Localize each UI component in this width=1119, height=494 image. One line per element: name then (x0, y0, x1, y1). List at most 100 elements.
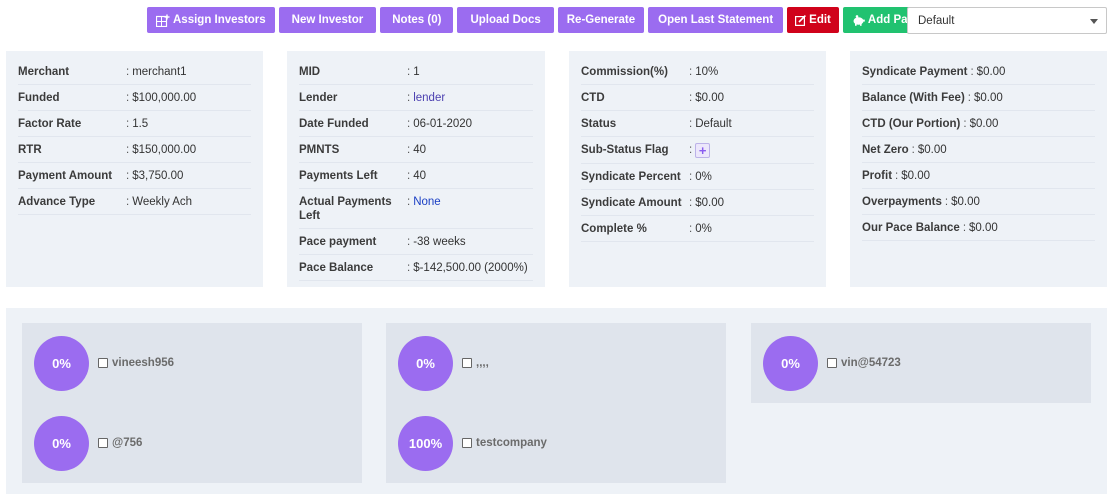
label-separator: : (689, 144, 693, 156)
info-value: $0.00 (695, 92, 724, 104)
investor-percent-badge: 0% (763, 335, 818, 391)
new-investor-button[interactable]: New Investor (278, 7, 377, 33)
info-row: Sub-Status Flag: + (581, 137, 814, 164)
label-separator: : (962, 222, 967, 234)
info-value: $0.00 (901, 170, 931, 182)
chevron-down-icon (1090, 19, 1098, 24)
assign-investors-label: Assign Investors (173, 14, 266, 26)
info-row: MID:1 (299, 59, 533, 85)
info-label: Lender (299, 92, 338, 104)
investor-name: @756 (112, 437, 143, 449)
info-value: $100,000.00 (132, 92, 197, 104)
info-value: 06-01-2020 (413, 118, 473, 130)
label-separator: : (126, 92, 130, 104)
notes-button[interactable]: Notes (0) (380, 7, 454, 33)
info-row: Pace payment: -38 weeks (299, 229, 533, 255)
investor-name: testcompany (476, 437, 547, 449)
info-label: Our Pace Balance (862, 222, 960, 234)
info-row: Net Zero: $0.00 (862, 137, 1095, 163)
info-label: RTR (18, 144, 42, 156)
investor-checkbox[interactable] (827, 358, 837, 368)
info-label: PMNTS (299, 144, 340, 156)
info-row: Payments Left:40 (299, 163, 533, 189)
label-separator: : (126, 170, 130, 182)
info-row: CTD: $0.00 (581, 85, 814, 111)
label-separator: : (911, 144, 915, 156)
info-label: Funded (18, 92, 60, 104)
info-value[interactable]: lender (413, 91, 445, 105)
edit-button[interactable]: Edit (787, 7, 839, 33)
investor-card: 0% ,,,, (386, 323, 726, 403)
label-separator: : (689, 171, 693, 183)
label-separator: : (689, 197, 693, 209)
info-value: 40 (413, 144, 426, 156)
investor-checkbox[interactable] (462, 358, 472, 368)
label-separator: : (689, 92, 693, 104)
investor-card: 0% vin@54723 (751, 323, 1091, 403)
label-separator: : (689, 223, 693, 235)
new-investor-label: New Investor (291, 14, 364, 26)
assign-investors-button[interactable]: Assign Investors (147, 7, 275, 33)
investor-checkbox[interactable] (98, 438, 108, 448)
info-value: 0% (695, 171, 712, 183)
info-value: 10% (695, 66, 719, 78)
investor-checkbox[interactable] (98, 358, 108, 368)
info-label: Pace payment (299, 236, 377, 248)
info-row: Advance Type: Weekly Ach (18, 189, 251, 215)
add-sub-status-flag-button[interactable]: + (695, 143, 711, 158)
info-label: Net Zero (862, 144, 909, 156)
info-value: $3,750.00 (132, 170, 184, 182)
investor-name: vineesh956 (112, 357, 175, 369)
status-select[interactable]: Default (907, 7, 1107, 34)
label-separator: : (126, 66, 130, 78)
label-separator: : (407, 170, 411, 182)
info-row: RTR: $150,000.00 (18, 137, 251, 163)
label-separator: : (407, 262, 411, 274)
info-label: Payment Amount (18, 170, 113, 182)
investor-checkbox[interactable] (462, 438, 472, 448)
info-label: Pace Balance (299, 262, 374, 274)
piggy-bank-icon (852, 14, 865, 26)
open-last-statement-button[interactable]: Open Last Statement (648, 7, 784, 33)
info-label: Balance (With Fee) (862, 92, 965, 104)
info-row: CTD (Our Portion): $0.00 (862, 111, 1095, 137)
funding-info-panel: MID:1 Lender: lender Date Funded:06-01-2020… (287, 51, 545, 287)
edit-label: Edit (809, 14, 831, 26)
investors-section: 0% vineesh956 0% ,,,, 0% vin@54723 0% @7… (6, 308, 1107, 494)
info-row: Profit: $0.00 (862, 163, 1095, 189)
investor-percent-badge: 0% (34, 415, 89, 471)
label-separator: : (407, 144, 411, 156)
info-row: PMNTS:40 (299, 137, 533, 163)
investor-card: 0% @756 (22, 403, 362, 483)
info-label: Factor Rate (18, 118, 82, 130)
info-label: Overpayments (862, 196, 942, 208)
info-value: 1 (413, 66, 420, 78)
info-row: Payment Amount: $3,750.00 (18, 163, 251, 189)
commission-info-panel: Commission(%):10% CTD: $0.00 Status: Default… (569, 51, 826, 287)
upload-docs-label: Upload Docs (470, 14, 541, 26)
info-row: Merchant: merchant1 (18, 59, 251, 85)
regenerate-label: Re-Generate (566, 14, 636, 26)
info-row: Syndicate Amount: $0.00 (581, 190, 814, 216)
info-label: Syndicate Percent (581, 171, 681, 183)
upload-docs-button[interactable]: Upload Docs (457, 7, 554, 33)
label-separator: : (407, 196, 411, 208)
info-row: Factor Rate:1.5 (18, 111, 251, 137)
info-value: $0.00 (917, 144, 947, 156)
info-row: Complete %:0% (581, 216, 814, 242)
notes-label: Notes (0) (392, 14, 442, 26)
label-separator: : (689, 118, 693, 130)
investor-card: 100% testcompany (386, 403, 726, 483)
investor-name: ,,,, (476, 357, 489, 369)
info-value: $-142,500.00 (2000%) (413, 262, 528, 274)
investor-card: 0% vineesh956 (22, 323, 362, 403)
info-value[interactable]: None (413, 195, 441, 223)
info-value: $0.00 (969, 222, 998, 234)
label-separator: : (895, 170, 899, 182)
investor-percent-badge: 0% (34, 335, 89, 391)
info-row: Overpayments: $0.00 (862, 189, 1095, 215)
regenerate-button[interactable]: Re-Generate (557, 7, 645, 33)
edit-icon (795, 14, 807, 26)
label-separator: : (963, 118, 967, 130)
label-separator: : (407, 118, 411, 130)
